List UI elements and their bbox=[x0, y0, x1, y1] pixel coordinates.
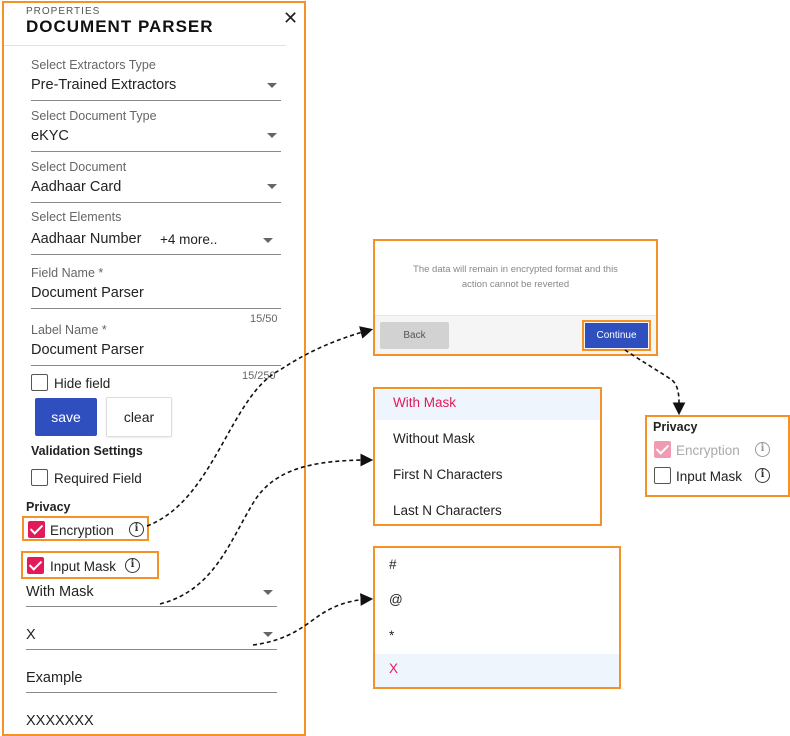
connector-encryption-to-dialog bbox=[146, 326, 374, 527]
flow-connectors bbox=[146, 326, 686, 646]
connector-mask-type-to-menu bbox=[159, 453, 374, 605]
connector-continue-to-privacy bbox=[624, 349, 686, 416]
connector-mask-char-to-menu bbox=[252, 593, 374, 646]
